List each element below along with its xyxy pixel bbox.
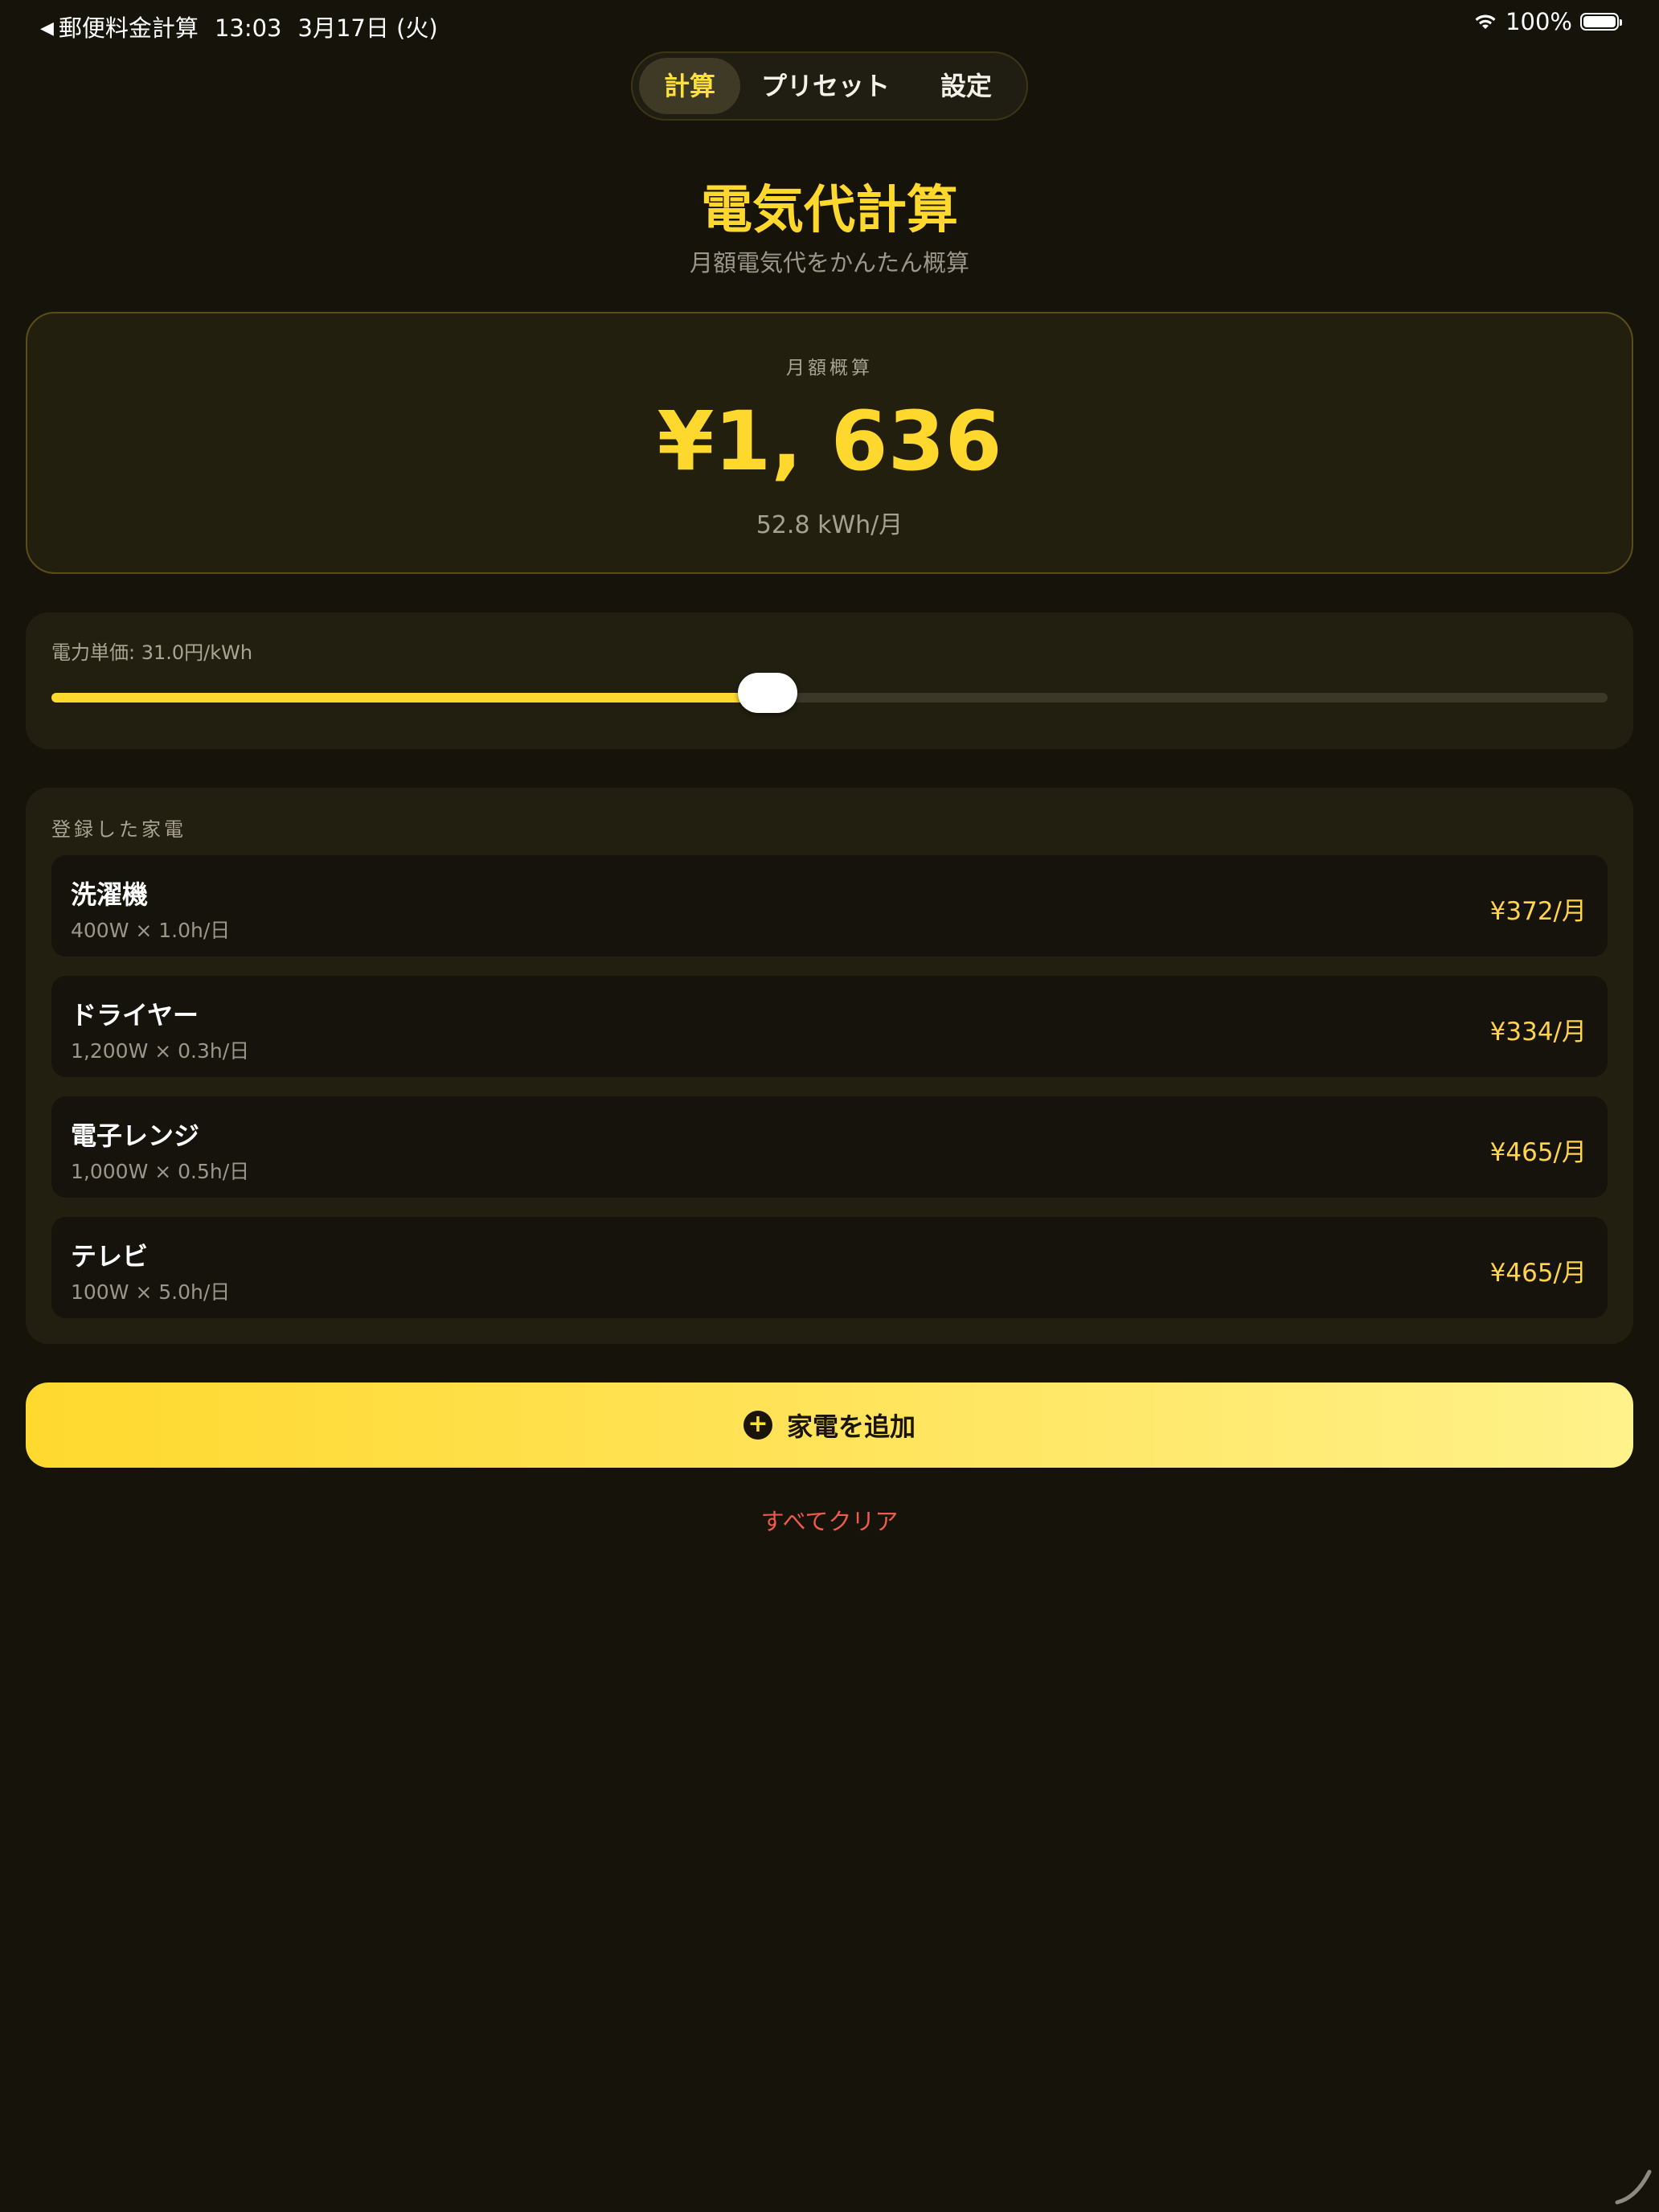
slider-thumb[interactable] <box>737 673 797 713</box>
wifi-icon <box>1475 14 1496 29</box>
battery-percent: 100% <box>1505 8 1572 35</box>
appliance-item-microwave[interactable]: 電子レンジ 1,000W × 0.5h/日 ¥465/月 <box>51 1096 1608 1198</box>
status-right: 100% <box>1473 8 1622 35</box>
page-title: 電気代計算 <box>701 181 958 240</box>
summary-card: 月額概算 ¥1, 636 52.8 kWh/月 <box>26 312 1633 574</box>
status-time: 13:03 <box>214 14 282 42</box>
tab-calculate[interactable]: 計算 <box>639 58 740 114</box>
appliance-name: 電子レンジ <box>71 1120 200 1151</box>
rate-label: 電力単価: 31.0円/kWh <box>51 641 253 664</box>
appliance-detail: 1,200W × 0.3h/日 <box>71 1039 250 1063</box>
tab-presets[interactable]: プリセット <box>753 58 898 114</box>
status-bar: ◀ 郵便料金計算 13:03 3月17日 (火) 100% <box>0 0 1659 51</box>
appliance-detail: 100W × 5.0h/日 <box>71 1280 231 1304</box>
status-left: ◀ 郵便料金計算 13:03 3月17日 (火) <box>40 10 438 43</box>
appliance-name: ドライヤー <box>71 1000 199 1030</box>
appliance-item-tv[interactable]: テレビ 100W × 5.0h/日 ¥465/月 <box>51 1217 1608 1318</box>
tab-settings[interactable]: 設定 <box>917 58 1015 114</box>
slider-fill <box>51 693 768 703</box>
rate-card: 電力単価: 31.0円/kWh <box>26 612 1633 749</box>
appliance-name: テレビ <box>71 1241 149 1272</box>
add-appliance-label: 家電を追加 <box>786 1411 916 1442</box>
add-appliance-button[interactable]: + 家電を追加 <box>26 1382 1633 1468</box>
clear-all-button[interactable]: すべてクリア <box>0 1503 1659 1537</box>
segmented-tabs: 計算 プリセット 設定 <box>631 51 1028 121</box>
battery-icon <box>1580 13 1622 31</box>
page-subtitle: 月額電気代をかんたん概算 <box>689 249 969 276</box>
appliance-item-dryer[interactable]: ドライヤー 1,200W × 0.3h/日 ¥334/月 <box>51 976 1608 1077</box>
appliance-cost: ¥372/月 <box>1489 897 1587 926</box>
resize-corner-icon[interactable] <box>1612 2165 1654 2207</box>
rate-slider[interactable] <box>51 673 1608 713</box>
appliance-cost: ¥334/月 <box>1489 1018 1587 1047</box>
back-arrow-icon[interactable]: ◀ <box>40 18 54 39</box>
monthly-amount: ¥1, 636 <box>657 394 1002 490</box>
appliance-cost: ¥465/月 <box>1489 1138 1587 1167</box>
appliance-list-header: 登録した家電 <box>51 818 186 841</box>
appliance-detail: 1,000W × 0.5h/日 <box>71 1160 250 1183</box>
appliance-name: 洗濯機 <box>71 879 149 910</box>
appliance-detail: 400W × 1.0h/日 <box>71 919 231 942</box>
appliance-list-card: 登録した家電 洗濯機 400W × 1.0h/日 ¥372/月 ドライヤー 1,… <box>26 788 1633 1344</box>
appliance-cost: ¥465/月 <box>1489 1259 1587 1288</box>
summary-label: 月額概算 <box>786 358 873 379</box>
monthly-kwh: 52.8 kWh/月 <box>756 511 903 539</box>
plus-circle-icon: + <box>743 1411 772 1440</box>
back-app-label[interactable]: 郵便料金計算 <box>59 14 199 42</box>
appliance-item-washer[interactable]: 洗濯機 400W × 1.0h/日 ¥372/月 <box>51 855 1608 956</box>
status-date: 3月17日 (火) <box>297 14 438 42</box>
